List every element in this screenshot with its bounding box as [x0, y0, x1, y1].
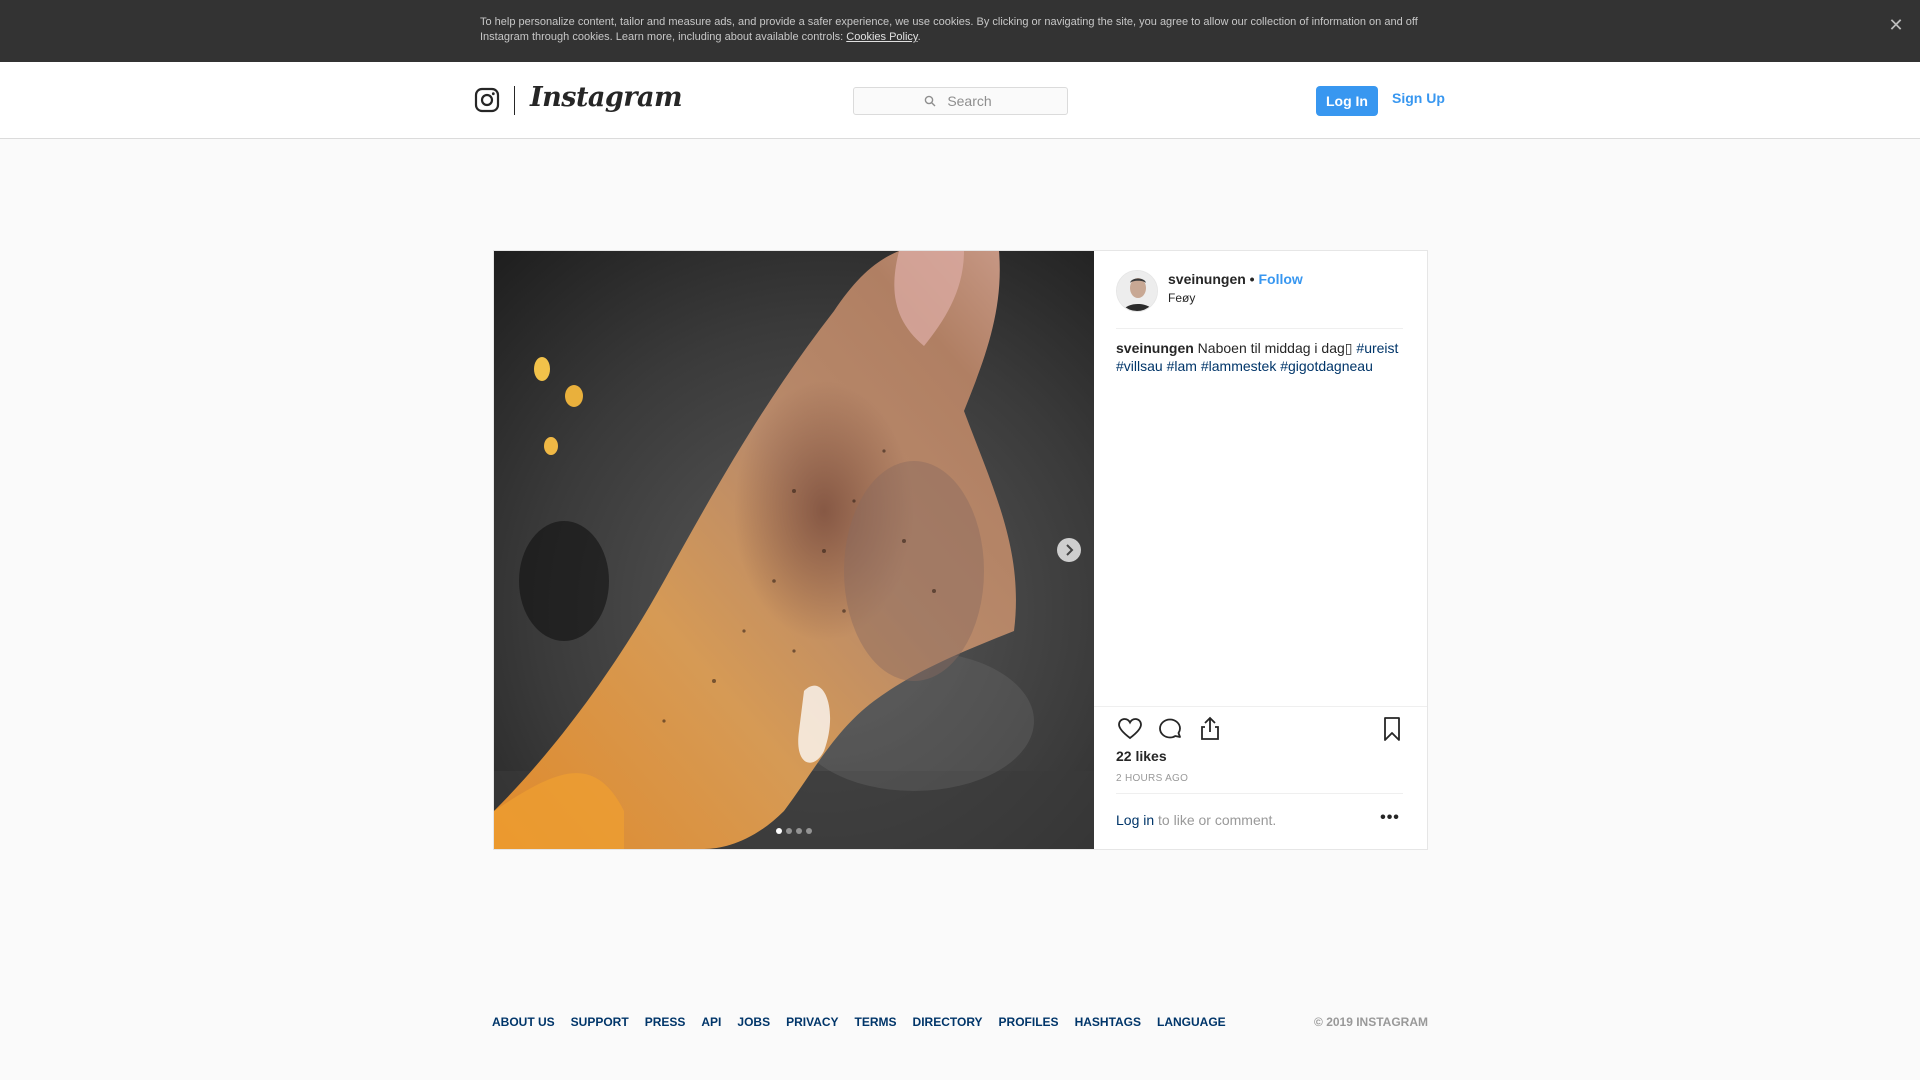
footer-link-support[interactable]: SUPPORT	[571, 1015, 629, 1029]
instagram-glyph-icon[interactable]	[474, 87, 500, 113]
footer-link-directory[interactable]: DIRECTORY	[913, 1015, 983, 1029]
signup-link[interactable]: Sign Up	[1392, 90, 1445, 106]
footer-link-jobs[interactable]: JOBS	[737, 1015, 770, 1029]
carousel-dot	[776, 828, 782, 834]
post-card: sveinungen • Follow Feøy sveinungen Nabo…	[493, 250, 1428, 850]
comment-icon[interactable]	[1156, 715, 1184, 743]
post-photo[interactable]	[494, 251, 1094, 849]
instagram-wordmark[interactable]: Instagram	[530, 82, 683, 113]
post-caption: sveinungen Naboen til middag i dag▯ #ure…	[1116, 339, 1408, 375]
comment-prompt-text: to like or comment.	[1154, 812, 1277, 828]
heart-icon[interactable]	[1116, 715, 1144, 743]
search-box[interactable]	[853, 87, 1068, 115]
likes-count[interactable]: 22 likes	[1116, 748, 1167, 764]
cookie-banner: To help personalize content, tailor and …	[0, 0, 1920, 62]
caption-username[interactable]: sveinungen	[1116, 340, 1194, 356]
close-icon[interactable]: ✕	[1886, 15, 1906, 35]
divider	[1094, 706, 1427, 707]
footer-link-api[interactable]: API	[701, 1015, 721, 1029]
search-input[interactable]	[854, 88, 1067, 114]
comment-prompt: Log in to like or comment.	[1116, 812, 1276, 828]
divider	[1116, 793, 1403, 794]
hashtag-link[interactable]: #villsau	[1116, 358, 1163, 374]
hashtag-link[interactable]: #ureist	[1356, 340, 1398, 356]
top-navbar: Instagram Log In Sign Up	[0, 62, 1920, 139]
footer: ABOUT US SUPPORT PRESS API JOBS PRIVACY …	[492, 1015, 1428, 1031]
logo-divider	[514, 86, 515, 115]
carousel-indicator	[776, 828, 812, 834]
footer-link-language[interactable]: LANGUAGE	[1157, 1015, 1226, 1029]
location-link[interactable]: Feøy	[1168, 291, 1195, 305]
footer-link-profiles[interactable]: PROFILES	[999, 1015, 1059, 1029]
bookmark-icon[interactable]	[1378, 715, 1406, 743]
caption-text: Naboen til middag i dag	[1193, 340, 1345, 356]
footer-links: ABOUT US SUPPORT PRESS API JOBS PRIVACY …	[492, 1015, 1428, 1029]
separator-bullet: •	[1245, 271, 1259, 287]
hashtag-link[interactable]: #gigotdagneau	[1280, 358, 1373, 374]
carousel-next-button[interactable]	[1057, 538, 1081, 562]
post-sidebar: sveinungen • Follow Feøy sveinungen Nabo…	[1094, 251, 1427, 849]
chevron-right-icon	[1066, 544, 1074, 556]
cookie-text: To help personalize content, tailor and …	[480, 16, 1418, 43]
cookies-policy-link[interactable]: Cookies Policy	[846, 31, 917, 43]
roast-lamb-photo	[494, 251, 1094, 849]
username-link[interactable]: sveinungen	[1168, 271, 1246, 287]
user-avatar-image	[1117, 271, 1157, 311]
copyright: © 2019 INSTAGRAM	[1314, 1015, 1428, 1029]
login-button[interactable]: Log In	[1316, 86, 1378, 116]
hashtag-link[interactable]: #lam	[1167, 358, 1197, 374]
follow-button[interactable]: Follow	[1258, 271, 1302, 287]
footer-link-about[interactable]: ABOUT US	[492, 1015, 555, 1029]
comment-login-link[interactable]: Log in	[1116, 812, 1154, 828]
caption-emoji: ▯	[1344, 340, 1353, 356]
footer-link-hashtags[interactable]: HASHTAGS	[1075, 1015, 1141, 1029]
footer-link-privacy[interactable]: PRIVACY	[786, 1015, 838, 1029]
more-options-button[interactable]: •••	[1378, 809, 1402, 829]
cookie-banner-text: To help personalize content, tailor and …	[480, 15, 1440, 45]
post-timestamp: 2 HOURS AGO	[1116, 773, 1189, 784]
cookie-text-end: .	[917, 31, 921, 43]
search-icon	[924, 95, 936, 107]
avatar[interactable]	[1116, 270, 1158, 312]
footer-link-press[interactable]: PRESS	[645, 1015, 686, 1029]
carousel-dot	[806, 828, 812, 834]
hashtag-link[interactable]: #lammestek	[1201, 358, 1276, 374]
carousel-dot	[786, 828, 792, 834]
footer-link-terms[interactable]: TERMS	[855, 1015, 897, 1029]
carousel-dot	[796, 828, 802, 834]
divider	[1116, 328, 1403, 329]
post-actions	[1116, 715, 1406, 745]
share-icon[interactable]	[1196, 715, 1224, 743]
post-author-line: sveinungen • Follow	[1168, 271, 1303, 287]
